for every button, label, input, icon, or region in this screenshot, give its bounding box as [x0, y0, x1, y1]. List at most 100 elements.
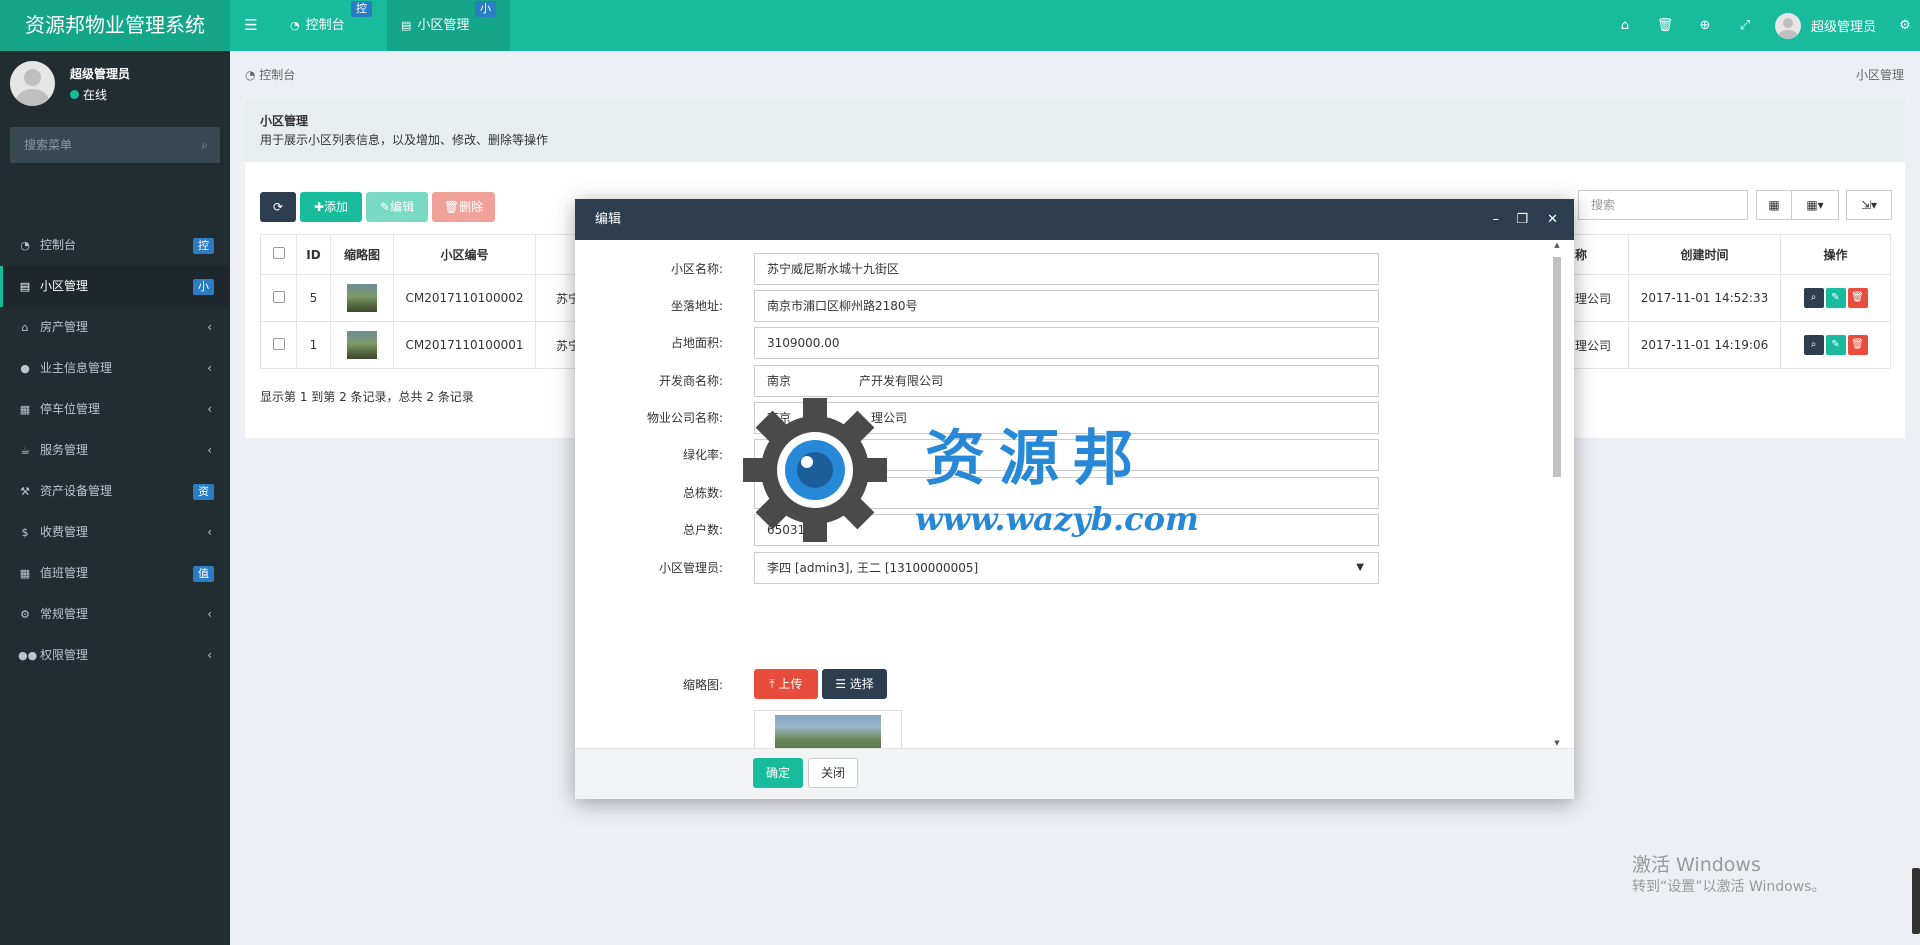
table-search-input[interactable]: 搜索	[1578, 190, 1748, 220]
sidebar-item[interactable]: ▦ 停车位管理 ‹	[0, 389, 230, 430]
row-checkbox[interactable]	[272, 337, 285, 350]
select-all-checkbox[interactable]	[272, 247, 285, 259]
home-icon[interactable]: ⌂	[1605, 18, 1645, 33]
minimize-icon[interactable]: –	[1493, 199, 1500, 240]
col-created[interactable]: 创建时间	[1628, 234, 1781, 275]
community-table-right: 称 创建时间 操作 理公司 2017-11-01 14:52:33 ⌕ ✎ 🗑 理公…	[1572, 234, 1891, 369]
tab-community[interactable]: ▤ 小区管理 小	[387, 0, 510, 51]
page-description: 用于展示小区列表信息，以及增加、修改、删除等操作	[260, 133, 549, 147]
sidebar-item[interactable]: ▤ 小区管理 小	[0, 266, 230, 307]
col-company[interactable]: 称	[1572, 234, 1629, 275]
field-input[interactable]: 0.00	[754, 439, 1379, 471]
page-scrollbar[interactable]	[1912, 868, 1920, 934]
scroll-up-icon[interactable]: ▲	[1553, 241, 1561, 249]
scroll-thumb[interactable]	[1553, 257, 1561, 477]
delete-button[interactable]: 🗑删除	[432, 192, 495, 222]
breadcrumb[interactable]: ◔ 控制台	[245, 66, 295, 83]
row-code: CM2017110100001	[393, 321, 536, 369]
sidebar-item[interactable]: ◔ 控制台 控	[0, 225, 230, 266]
choose-button[interactable]: ☰ 选择	[822, 669, 887, 699]
tab-dashboard[interactable]: ◔ 控制台 控	[276, 0, 386, 51]
trash-icon[interactable]: 🗑	[1645, 18, 1685, 33]
sidebar-item-label: 控制台	[40, 238, 77, 252]
tab-badge: 小	[475, 1, 496, 17]
menu-search-input[interactable]: 搜索菜单 ⌕	[10, 127, 220, 163]
app-logo[interactable]: 资源邦物业管理系统	[0, 0, 230, 51]
table-row[interactable]: 理公司 2017-11-01 14:19:06 ⌕ ✎ 🗑	[1572, 321, 1891, 369]
edit-modal: 编辑 – ❐ ✕ 小区名称: 苏宁威尼斯水城十九街区 坐落地址: 南京市浦口区柳州路2…	[575, 199, 1574, 799]
row-ops: ⌕ ✎ 🗑	[1780, 274, 1891, 322]
dashboard-icon: ◔	[20, 239, 30, 252]
trash-icon[interactable]: 🗑	[1847, 335, 1868, 355]
field-input[interactable]: 苏宁威尼斯水城十九街区	[754, 253, 1379, 285]
refresh-button[interactable]: ⟳	[260, 192, 296, 222]
sidebar-item[interactable]: ▦ 值班管理 值	[0, 553, 230, 594]
confirm-button[interactable]: 确定	[753, 758, 803, 788]
field-label: 总户数:	[682, 523, 723, 537]
upload-button[interactable]: ⤒ 上传	[754, 669, 818, 699]
field-input[interactable]: 南京 产开发有限公司	[754, 365, 1379, 397]
sidebar-item[interactable]: ● 业主信息管理 ‹	[0, 348, 230, 389]
trash-icon[interactable]: 🗑	[1847, 288, 1868, 308]
table-row[interactable]: 理公司 2017-11-01 14:52:33 ⌕ ✎ 🗑	[1572, 274, 1891, 322]
language-icon[interactable]: ⊕	[1685, 18, 1725, 33]
col-ops: 操作	[1780, 234, 1891, 275]
export-dropdown[interactable]: ⇲▾	[1846, 190, 1892, 220]
table-row[interactable]: 1 CM2017110100001 苏宁	[260, 321, 596, 369]
field-input[interactable]: 3109000.00	[754, 327, 1379, 359]
field-label: 绿化率:	[682, 448, 723, 462]
table-view-toggle[interactable]: ▦	[1756, 190, 1792, 220]
maximize-icon[interactable]: ❐	[1516, 199, 1528, 240]
row-company: 理公司	[1572, 274, 1629, 322]
row-checkbox-cell[interactable]	[260, 274, 297, 322]
edit-button[interactable]: ✎编辑	[366, 192, 428, 222]
user-menu[interactable]: 超级管理员	[1774, 12, 1876, 39]
sidebar-item[interactable]: ⚙ 常规管理 ‹	[0, 594, 230, 635]
pencil-icon[interactable]: ✎	[1825, 288, 1846, 308]
pencil-icon[interactable]: ✎	[1825, 335, 1846, 355]
thumbnail-row: 缩略图: ⤒ 上传 ☰ 选择	[575, 669, 1574, 701]
fullscreen-icon[interactable]: ⤢	[1725, 18, 1765, 33]
avatar	[10, 61, 55, 106]
export-icon: ⇲▾	[1860, 198, 1878, 212]
thumbnail-image[interactable]	[775, 715, 881, 748]
sidebar-item-badge: 控	[193, 238, 214, 254]
cogs-icon[interactable]: ⚙	[1890, 18, 1920, 33]
calendar-icon: ▦	[19, 567, 31, 580]
manager-select[interactable]: 李四 [admin3], 王二 [13100000005] ▼	[754, 552, 1379, 584]
field-label: 总栋数:	[682, 486, 723, 500]
add-button[interactable]: ✚添加	[300, 192, 362, 222]
sidebar-item[interactable]: ☕ 服务管理 ‹	[0, 430, 230, 471]
modal-header: 编辑 – ❐ ✕	[575, 199, 1574, 240]
field-input[interactable]: 南京市浦口区柳州路2180号	[754, 290, 1379, 322]
close-icon[interactable]: ✕	[1547, 199, 1558, 240]
select-all-cell[interactable]	[260, 234, 297, 275]
field-input[interactable]: 65031	[754, 514, 1379, 546]
columns-dropdown[interactable]: ▦▾	[1791, 190, 1839, 220]
sidebar-item[interactable]: ⚒ 资产设备管理 资	[0, 471, 230, 512]
col-id[interactable]: ID	[296, 234, 331, 275]
field-label: 小区管理员:	[658, 561, 723, 575]
row-checkbox-cell[interactable]	[260, 321, 297, 369]
search-icon[interactable]: ⌕	[1803, 335, 1824, 355]
sidebar-item[interactable]: ●● 权限管理 ‹	[0, 635, 230, 676]
search-icon[interactable]: ⌕	[1803, 288, 1824, 308]
caret-down-icon: ▼	[1356, 562, 1364, 573]
menu-toggle-icon[interactable]: ☰	[240, 14, 262, 36]
row-checkbox[interactable]	[272, 290, 285, 303]
sidebar-item-label: 值班管理	[40, 566, 89, 580]
sidebar-item[interactable]: ⌂ 房产管理 ‹	[0, 307, 230, 348]
windows-activation-hint: 转到“设置”以激活 Windows。	[1632, 879, 1826, 895]
community-thumbnail[interactable]	[347, 331, 377, 359]
field-input[interactable]: 南京 理公司	[754, 402, 1379, 434]
field-input[interactable]: 75	[754, 477, 1379, 509]
table-header-row: ID 缩略图 小区编号	[260, 234, 596, 275]
table-row[interactable]: 5 CM2017110100002 苏宁	[260, 274, 596, 322]
field-value: 0.00	[767, 448, 794, 462]
sidebar-item[interactable]: $ 收费管理 ‹	[0, 512, 230, 553]
scroll-down-icon[interactable]: ▼	[1553, 739, 1561, 747]
modal-scrollbar[interactable]: ▲ ▼	[1553, 241, 1561, 747]
close-button[interactable]: 关闭	[808, 758, 858, 788]
col-code[interactable]: 小区编号	[393, 234, 536, 275]
community-thumbnail[interactable]	[347, 284, 377, 312]
